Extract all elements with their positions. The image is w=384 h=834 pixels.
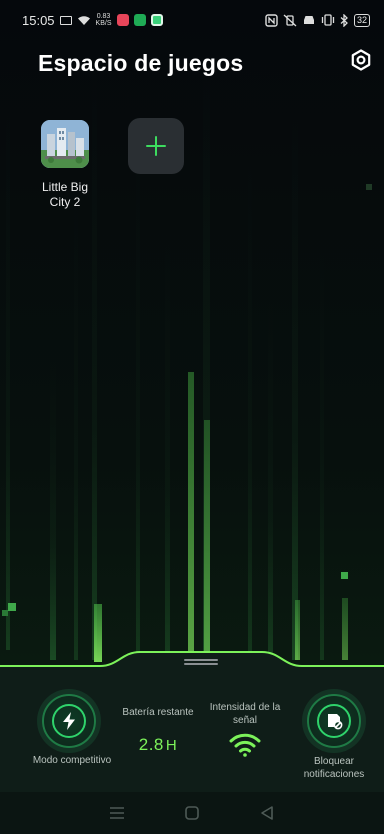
block-notifications-button[interactable] [307,694,361,748]
app-notification-icon [150,14,163,26]
battery-remaining-label: Batería restante [122,707,194,718]
home-icon [185,806,199,820]
back-button[interactable] [255,801,279,825]
battery-unit: H [165,737,178,754]
app-notification-icon [133,14,146,26]
add-game-button[interactable] [128,118,184,174]
app-notification-icon [116,14,129,26]
competitive-mode-label: Modo competitivo [32,755,112,766]
game-city-icon [41,120,89,168]
wifi-status-icon [77,15,90,25]
block-notifications-label: Bloquear notificaciones [303,756,365,780]
vibrate-off-icon [283,14,297,26]
status-time: 15:05 [22,12,55,28]
settings-button[interactable] [348,47,374,73]
nfc-icon [265,13,278,27]
menu-button[interactable] [105,801,129,825]
status-bar: 15:05 0.83 KB/S 32 [0,0,384,40]
vibrate-icon [321,14,335,26]
back-icon [260,806,273,820]
network-speed: 0.83 KB/S [96,13,112,27]
page-title: Espacio de juegos [38,50,244,76]
menu-icon [110,807,125,819]
battery-status: 32 [353,13,370,27]
battery-remaining-value: 2.8 H [112,735,204,755]
screen-record-icon [59,15,72,25]
signal-strength-label: Intensidad de la señal [209,702,281,726]
gear-icon [351,49,371,71]
drag-handle[interactable] [184,659,218,665]
plus-icon [146,136,166,156]
wifi-icon [229,733,261,757]
lightning-icon [63,712,75,730]
competitive-mode-button[interactable] [42,694,96,748]
network-speed-value: 0.83 [96,13,111,20]
car-icon [303,16,314,24]
game-item-little-big-city-2[interactable]: Little Big City 2 [34,120,96,210]
notification-block-icon [328,714,343,730]
navigation-bar [0,792,384,834]
bluetooth-icon [340,13,348,27]
network-speed-unit: KB/S [95,20,112,27]
game-name: Little Big City 2 [41,180,89,209]
game-space-screen: 15:05 0.83 KB/S 32 Espacio de juegos Lit… [0,0,384,834]
battery-hours: 2.8 [138,735,164,754]
home-button[interactable] [180,801,204,825]
